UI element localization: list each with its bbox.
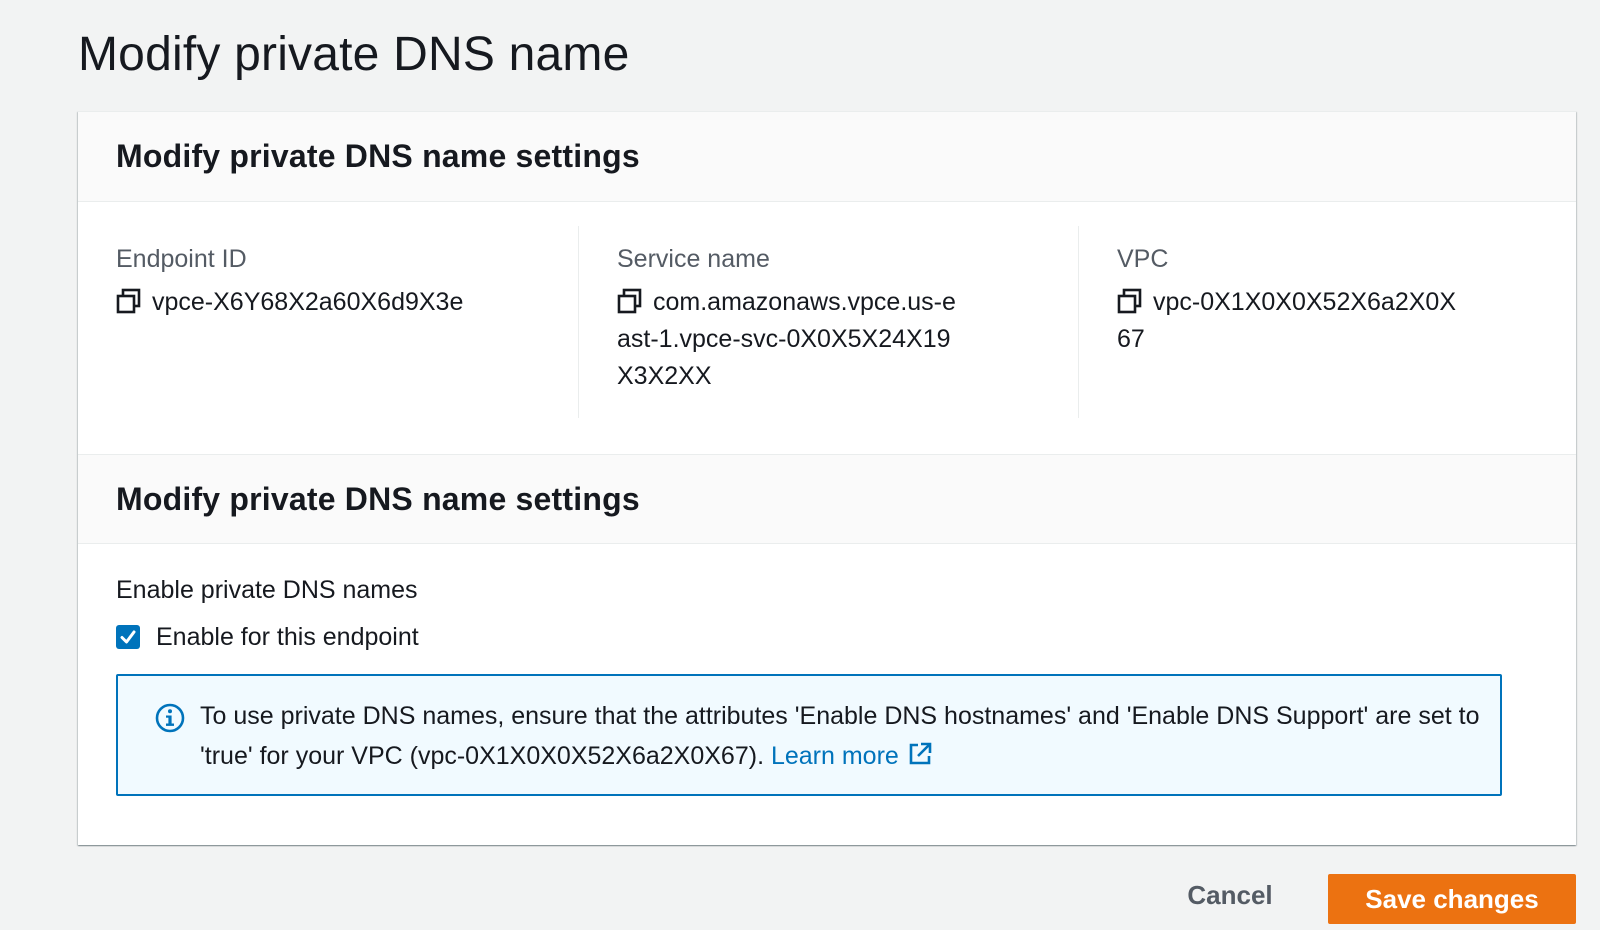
enable-endpoint-checkbox-row[interactable]: Enable for this endpoint	[116, 620, 419, 654]
endpoint-details: Endpoint ID vpce-X6Y68X2a60X6d9X3e Servi…	[78, 202, 1576, 454]
cancel-button[interactable]: Cancel	[1170, 870, 1290, 920]
vpc-text: vpc-0X1X0X0X52X6a2X0X67	[1117, 288, 1456, 353]
copy-icon[interactable]	[617, 288, 643, 314]
enable-private-dns-label: Enable private DNS names	[116, 576, 418, 604]
endpoint-id-field: Endpoint ID vpce-X6Y68X2a60X6d9X3e	[116, 226, 556, 418]
save-changes-button[interactable]: Save changes	[1328, 874, 1576, 924]
vpc-label: VPC	[1117, 245, 1169, 273]
endpoint-id-value: vpce-X6Y68X2a60X6d9X3e	[116, 284, 466, 321]
external-link-icon[interactable]	[907, 741, 933, 767]
vpc-field: VPC vpc-0X1X0X0X52X6a2X0X67	[1078, 226, 1557, 418]
settings-panel: Modify private DNS name settings Endpoin…	[78, 111, 1576, 845]
page-title: Modify private DNS name	[78, 28, 630, 81]
details-section-title: Modify private DNS name settings	[116, 138, 640, 174]
service-name-field: Service name com.amazonaws.vpce.us-east-…	[578, 226, 1077, 418]
enable-endpoint-checkbox-label[interactable]: Enable for this endpoint	[156, 620, 419, 654]
service-name-label: Service name	[617, 245, 770, 273]
settings-section-header: Modify private DNS name settings	[78, 454, 1576, 544]
learn-more-label[interactable]: Learn more	[771, 742, 899, 770]
enable-endpoint-checkbox[interactable]	[116, 625, 140, 649]
settings-section-title: Modify private DNS name settings	[116, 481, 640, 517]
service-name-text: com.amazonaws.vpce.us-east-1.vpce-svc-0X…	[617, 288, 956, 390]
copy-icon[interactable]	[1117, 288, 1143, 314]
service-name-value: com.amazonaws.vpce.us-east-1.vpce-svc-0X…	[617, 284, 967, 395]
details-section-header: Modify private DNS name settings	[78, 112, 1576, 202]
info-icon	[155, 703, 185, 733]
vpc-value: vpc-0X1X0X0X52X6a2X0X67	[1117, 284, 1467, 358]
endpoint-id-label: Endpoint ID	[116, 245, 247, 273]
page: Modify private DNS name Modify private D…	[0, 0, 1600, 930]
learn-more-link[interactable]: Learn more	[771, 742, 933, 770]
copy-icon[interactable]	[116, 288, 142, 314]
checkmark-icon	[120, 630, 136, 644]
endpoint-id-text: vpce-X6Y68X2a60X6d9X3e	[152, 288, 464, 316]
info-alert: To use private DNS names, ensure that th…	[116, 674, 1502, 796]
info-message: To use private DNS names, ensure that th…	[200, 696, 1480, 776]
